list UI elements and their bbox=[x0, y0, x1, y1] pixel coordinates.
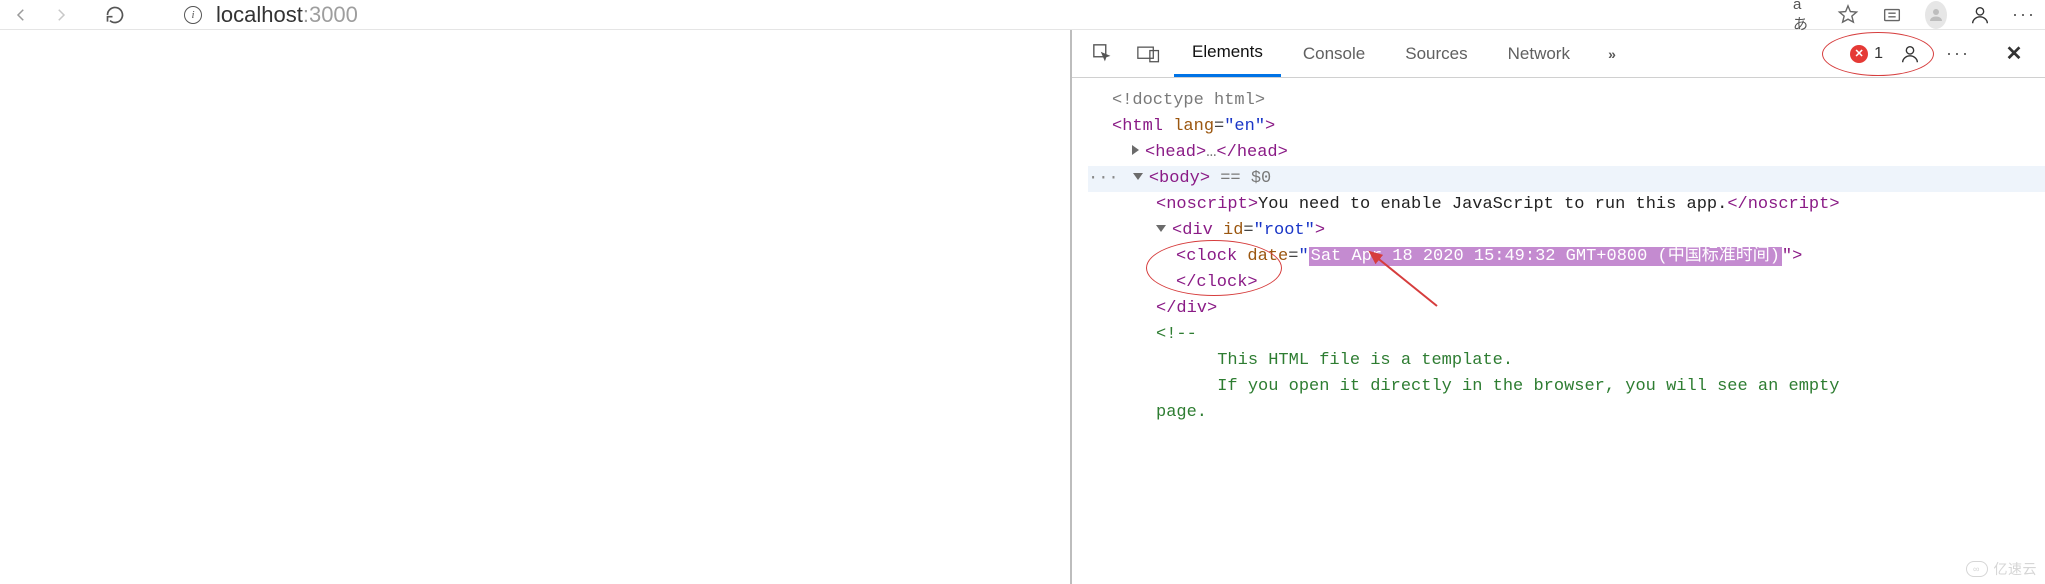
dom-tree[interactable]: <!doctype html> <html lang="en"> <head>…… bbox=[1072, 78, 2045, 584]
devtools-tabstrip: Elements Console Sources Network » ✕ 1 ·… bbox=[1072, 30, 2045, 78]
reload-button[interactable] bbox=[104, 4, 126, 26]
profile-icon[interactable] bbox=[1925, 4, 1947, 26]
highlighted-date-value: Sat Apr 18 2020 15:49:32 GMT+0800 (中国标准时… bbox=[1309, 247, 1782, 266]
page-viewport bbox=[0, 30, 1070, 584]
error-count: 1 bbox=[1874, 45, 1883, 63]
collapse-icon[interactable] bbox=[1156, 225, 1166, 232]
toolbar-right-group: aあ ··· bbox=[1793, 4, 2035, 26]
main-split: Elements Console Sources Network » ✕ 1 ·… bbox=[0, 30, 2045, 584]
device-toolbar-icon[interactable] bbox=[1128, 30, 1170, 77]
watermark-logo-icon: ∞ bbox=[1966, 561, 1988, 577]
collections-icon[interactable] bbox=[1881, 4, 1903, 26]
favorite-icon[interactable] bbox=[1837, 4, 1859, 26]
dom-comment-l3[interactable]: page. bbox=[1088, 400, 2045, 426]
error-icon: ✕ bbox=[1850, 45, 1868, 63]
translate-icon[interactable]: aあ bbox=[1793, 4, 1815, 26]
site-info-icon[interactable]: i bbox=[184, 6, 202, 24]
tab-console[interactable]: Console bbox=[1285, 30, 1383, 77]
dom-head[interactable]: <head>…</head> bbox=[1088, 140, 2045, 166]
inspect-element-icon[interactable] bbox=[1082, 30, 1124, 77]
dom-body-open[interactable]: ··· <body> == $0 bbox=[1088, 166, 2045, 192]
error-indicator[interactable]: ✕ 1 bbox=[1850, 45, 1883, 63]
forward-button[interactable] bbox=[50, 4, 72, 26]
back-button[interactable] bbox=[10, 4, 32, 26]
address-bar[interactable]: i localhost:3000 bbox=[184, 2, 358, 28]
tab-elements[interactable]: Elements bbox=[1174, 30, 1281, 77]
dom-comment-open[interactable]: <!-- bbox=[1088, 322, 2045, 348]
expand-icon[interactable] bbox=[1132, 145, 1139, 155]
dom-div-root-open[interactable]: <div id="root"> bbox=[1088, 218, 2045, 244]
watermark: ∞ 亿速云 bbox=[1966, 556, 2038, 582]
dom-div-root-close[interactable]: </div> bbox=[1088, 296, 2045, 322]
browser-toolbar: i localhost:3000 aあ ··· bbox=[0, 0, 2045, 30]
dom-comment-l1[interactable]: This HTML file is a template. bbox=[1088, 348, 2045, 374]
dom-html-open[interactable]: <html lang="en"> bbox=[1088, 114, 2045, 140]
tabs-overflow-icon[interactable]: » bbox=[1592, 30, 1632, 77]
url-text: localhost:3000 bbox=[216, 2, 358, 28]
devtools-panel: Elements Console Sources Network » ✕ 1 ·… bbox=[1070, 30, 2045, 584]
tab-network[interactable]: Network bbox=[1490, 30, 1588, 77]
devtools-account-icon[interactable] bbox=[1897, 43, 1923, 65]
menu-icon[interactable]: ··· bbox=[2013, 4, 2035, 26]
account-icon[interactable] bbox=[1969, 4, 1991, 26]
tab-sources[interactable]: Sources bbox=[1387, 30, 1485, 77]
dom-doctype[interactable]: <!doctype html> bbox=[1088, 88, 2045, 114]
dom-comment-l2[interactable]: If you open it directly in the browser, … bbox=[1088, 374, 2045, 400]
devtools-close-icon[interactable]: ✕ bbox=[1993, 41, 2035, 66]
devtools-menu-icon[interactable]: ··· bbox=[1937, 43, 1979, 64]
dom-noscript[interactable]: <noscript>You need to enable JavaScript … bbox=[1088, 192, 2045, 218]
collapse-icon[interactable] bbox=[1133, 173, 1143, 180]
dom-clock-close[interactable]: </clock> bbox=[1088, 270, 2045, 296]
dom-clock-open[interactable]: <clock date="Sat Apr 18 2020 15:49:32 GM… bbox=[1088, 244, 2045, 270]
